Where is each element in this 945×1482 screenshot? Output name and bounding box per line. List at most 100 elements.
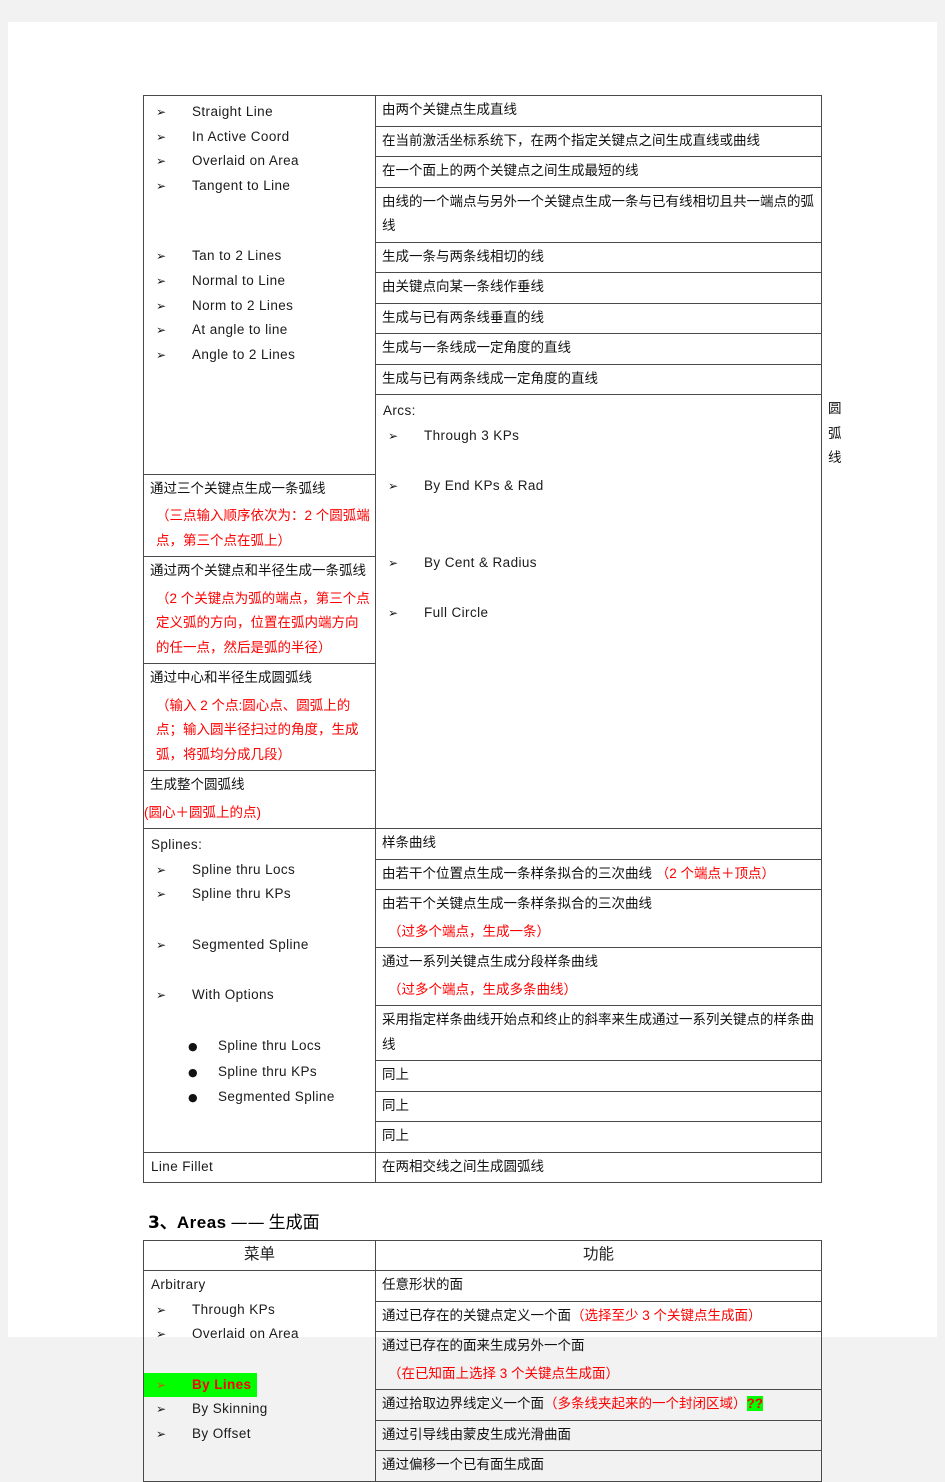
function-cell: 通过两个关键点和半径生成一条弧线 （2 个关键点为弧的端点，第三个点定义弧的方向… — [143, 556, 376, 664]
function-note: （过多个端点，生成一条） — [388, 923, 550, 939]
function-text: 生成与一条线成一定角度的直线 — [382, 340, 571, 355]
function-cell: 同上 — [375, 1121, 822, 1153]
arrow-bullet-icon: ➢ — [156, 1377, 167, 1392]
menu-item-by-offset[interactable]: ➢ By Offset — [144, 1422, 375, 1447]
menu-item-in-active-coord[interactable]: ➢ In Active Coord — [144, 125, 375, 150]
function-note: （过多个端点，生成多条曲线） — [388, 981, 577, 997]
function-cell: 在一个面上的两个关键点之间生成最短的线 — [375, 156, 822, 188]
menu-item-label: Spline thru Locs — [218, 1037, 322, 1053]
arrow-bullet-icon: ➢ — [156, 129, 167, 144]
menu-item-label: By Lines — [192, 1376, 252, 1392]
menu-item-label: Spline thru KPs — [192, 886, 292, 902]
function-text: 通过中心和半径生成圆弧线 — [150, 670, 312, 685]
menu-item-through-3-kps[interactable]: ➢ Through 3 KPs — [376, 424, 821, 449]
function-cell: 在两相交线之间生成圆弧线 — [375, 1151, 822, 1184]
menu-item-spline-thru-locs[interactable]: ➢ Spline thru Locs — [144, 858, 375, 883]
arrow-bullet-icon: ➢ — [156, 1402, 167, 1417]
menu-item-overlaid-on-area[interactable]: ➢ Overlaid on Area — [144, 149, 375, 174]
menu-subitem-spline-thru-kps[interactable]: ● Spline thru KPs — [144, 1060, 375, 1086]
function-text: 通过拾取边界线定义一个面（多条线夹起来的一个封闭区域）?? — [382, 1396, 763, 1412]
menu-item-norm-to-2-lines[interactable]: ➢ Norm to 2 Lines — [144, 294, 375, 319]
menu-item-angle-to-2-lines[interactable]: ➢ Angle to 2 Lines — [144, 343, 375, 368]
menu-item-segmented-spline[interactable]: ➢ Segmented Spline — [144, 933, 375, 958]
header-cell-function: 功能 — [375, 1240, 822, 1272]
menu-item-tan-to-2-lines[interactable]: ➢ Tan to 2 Lines — [144, 244, 375, 269]
lines-menu-cell: ➢ Straight Line ➢ In Active Coord ➢ Overlai… — [143, 95, 376, 475]
menu-item-by-lines[interactable]: ➢ By Lines — [144, 1372, 375, 1398]
menu-item-label: By Skinning — [192, 1401, 268, 1417]
table-row: ➢ Straight Line ➢ In Active Coord ➢ Overlai… — [143, 95, 822, 475]
function-text: 生成一条与两条线相切的线 — [382, 248, 544, 264]
menu-item-normal-to-line[interactable]: ➢ Normal to Line — [144, 269, 375, 294]
function-cell: 任意形状的面 — [375, 1270, 822, 1302]
menu-item-overlaid-on-area[interactable]: ➢ Overlaid on Area — [144, 1322, 375, 1347]
arrow-bullet-icon: ➢ — [156, 178, 167, 193]
function-cell: 由关键点向某一条线作垂线 — [375, 272, 822, 304]
menu-item-full-circle[interactable]: ➢ Full Circle — [376, 601, 821, 626]
menu-item-label: Full Circle — [424, 605, 489, 621]
section-number: 3、 — [148, 1213, 177, 1234]
function-text: 通过三个关键点生成一条弧线 — [150, 480, 326, 496]
function-inline-note: （选择至少 3 个关键点生成面） — [571, 1307, 762, 1323]
function-cell: 同上 — [375, 1090, 822, 1122]
function-cell: 通过一系列关键点生成分段样条曲线 （过多个端点，生成多条曲线） — [375, 947, 822, 1006]
splines-menu-cell: Splines: ➢ Spline thru Locs ➢ Spline thru … — [143, 828, 376, 1153]
arcs-menu-cell: Arcs: ➢ Through 3 KPs ➢ By End KPs & Rad ➢… — [375, 394, 822, 829]
arrow-bullet-icon: ➢ — [156, 347, 167, 362]
function-cell: 生成与已有两条线垂直的线 — [375, 302, 822, 334]
function-text: 由若干个关键点生成一条样条拟合的三次曲线 — [382, 896, 652, 911]
function-cell: 由线的一个端点与另外一个关键点生成一条与已有线相切且共一端点的弧线 — [375, 186, 822, 243]
function-note: （输入 2 个点:圆心点、圆弧上的点；输入圆半径扫过的角度，生成弧，将弧均分成几… — [156, 697, 359, 762]
menu-subitem-segmented-spline[interactable]: ● Segmented Spline — [144, 1085, 375, 1111]
function-text: 由关键点向某一条线作垂线 — [382, 279, 544, 294]
function-cell: 在当前激活坐标系统下，在两个指定关键点之间生成直线或曲线 — [375, 125, 822, 157]
function-text: 同上 — [382, 1067, 409, 1082]
function-text: 由若干个位置点生成一条样条拟合的三次曲线 （2 个端点＋顶点） — [382, 865, 776, 881]
menu-subitem-spline-thru-locs[interactable]: ● Spline thru Locs — [144, 1034, 375, 1060]
function-cell: 通过中心和半径生成圆弧线 （输入 2 个点:圆心点、圆弧上的点；输入圆半径扫过的… — [143, 663, 376, 771]
menu-item-through-kps[interactable]: ➢ Through KPs — [144, 1298, 375, 1323]
arrow-bullet-icon: ➢ — [156, 988, 167, 1003]
menu-item-label: Overlaid on Area — [192, 153, 299, 169]
menu-item-spline-thru-kps[interactable]: ➢ Spline thru KPs — [144, 882, 375, 907]
menu-item-straight-line[interactable]: ➢ Straight Line — [144, 100, 375, 125]
function-note: （在已知面上选择 3 个关键点生成面） — [388, 1365, 620, 1381]
menu-item-at-angle-to-line[interactable]: ➢ At angle to line — [144, 318, 375, 343]
function-inline-note: （2 个端点＋顶点） — [655, 865, 776, 881]
menu-item-label: At angle to line — [192, 322, 288, 338]
section-heading-areas: 3、Areas —— 生成面 — [148, 1212, 823, 1234]
menu-item-arbitrary[interactable]: Arbitrary — [144, 1273, 375, 1298]
arrow-bullet-icon: ➢ — [388, 479, 399, 494]
arrow-bullet-icon: ➢ — [156, 1427, 167, 1442]
menu-item-label: Overlaid on Area — [192, 1326, 299, 1342]
function-text: 同上 — [382, 1128, 409, 1143]
arrow-bullet-icon: ➢ — [156, 887, 167, 902]
function-cell: 通过偏移一个已有面生成面 — [375, 1450, 822, 1482]
menu-item-label: Norm to 2 Lines — [192, 297, 294, 313]
arrow-bullet-icon: ➢ — [388, 606, 399, 621]
function-text: 在两相交线之间生成圆弧线 — [382, 1158, 544, 1174]
menu-item-by-cent-and-radius[interactable]: ➢ By Cent & Radius — [376, 551, 821, 576]
arrow-bullet-icon: ➢ — [156, 323, 167, 338]
function-text: 通过偏移一个已有面生成面 — [382, 1457, 544, 1473]
menu-item-label: By End KPs & Rad — [424, 478, 544, 494]
menu-item-with-options[interactable]: ➢ With Options — [144, 983, 375, 1008]
dot-bullet-icon: ● — [188, 1039, 198, 1053]
menu-item-by-end-kps-and-rad[interactable]: ➢ By End KPs & Rad — [376, 474, 821, 499]
document-page: ➢ Straight Line ➢ In Active Coord ➢ Overlai… — [8, 22, 937, 1482]
dot-bullet-icon: ● — [188, 1091, 198, 1105]
function-cell: 通过引导线由蒙皮生成光滑曲面 — [375, 1419, 822, 1452]
table-row: Splines: ➢ Spline thru Locs ➢ Spline thru … — [143, 828, 822, 1153]
function-text: 通过一系列关键点生成分段样条曲线 — [382, 954, 598, 969]
arrow-bullet-icon: ➢ — [388, 428, 399, 443]
line-fillet-menu-cell[interactable]: Line Fillet — [143, 1151, 376, 1184]
table-row: Line Fillet 在两相交线之间生成圆弧线 — [143, 1151, 822, 1184]
menu-item-by-skinning[interactable]: ➢ By Skinning — [144, 1397, 375, 1422]
arrow-bullet-icon: ➢ — [156, 249, 167, 264]
function-text: 通过已存在的关键点定义一个面（选择至少 3 个关键点生成面） — [382, 1307, 762, 1323]
menu-item-line-fillet: Line Fillet — [151, 1158, 214, 1174]
group-label-splines: Splines: — [151, 837, 203, 852]
function-cell: 采用指定样条曲线开始点和终止的斜率来生成通过一系列关键点的样条曲线 — [375, 1005, 822, 1061]
function-cell: 生成整个圆弧线 (圆心＋圆弧上的点) — [143, 770, 376, 829]
menu-item-tangent-to-line[interactable]: ➢ Tangent to Line — [144, 174, 375, 199]
